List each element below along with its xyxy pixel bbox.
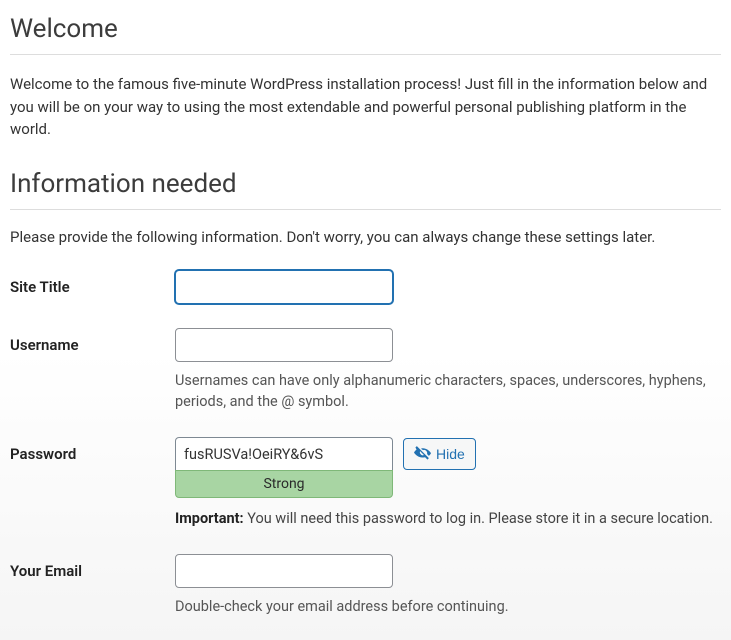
username-field-wrap: Usernames can have only alphanumeric cha… xyxy=(175,328,715,414)
email-hint: Double-check your email address before c… xyxy=(175,596,715,618)
email-field-wrap: Double-check your email address before c… xyxy=(175,554,715,618)
email-input[interactable] xyxy=(175,554,393,588)
hide-button-label: Hide xyxy=(436,446,465,462)
hide-password-button[interactable]: Hide xyxy=(403,438,476,470)
site-title-row: Site Title xyxy=(10,270,721,304)
password-label: Password xyxy=(10,437,175,463)
eye-slash-icon xyxy=(414,444,431,464)
site-title-field-wrap xyxy=(175,270,715,304)
username-row: Username Usernames can have only alphanu… xyxy=(10,328,721,414)
email-label: Your Email xyxy=(10,554,175,580)
info-prompt: Please provide the following information… xyxy=(10,228,721,246)
important-text: You will need this password to log in. P… xyxy=(244,510,713,527)
password-important-note: Important: You will need this password t… xyxy=(175,508,715,530)
password-row: Password Strong Hide Important: You will… xyxy=(10,437,721,530)
info-needed-heading: Information needed xyxy=(10,169,721,199)
password-group: Strong xyxy=(175,437,393,498)
password-field-wrap: Strong Hide Important: You will need thi… xyxy=(175,437,715,530)
welcome-intro: Welcome to the famous five-minute WordPr… xyxy=(10,73,721,141)
username-hint: Usernames can have only alphanumeric cha… xyxy=(175,370,715,414)
username-label: Username xyxy=(10,328,175,354)
password-input[interactable] xyxy=(175,437,393,471)
email-row: Your Email Double-check your email addre… xyxy=(10,554,721,618)
divider xyxy=(10,209,721,210)
divider xyxy=(10,54,721,55)
username-input[interactable] xyxy=(175,328,393,362)
password-strength-meter: Strong xyxy=(175,470,393,498)
important-prefix: Important: xyxy=(175,510,244,527)
welcome-heading: Welcome xyxy=(10,14,721,44)
site-title-input[interactable] xyxy=(175,270,393,304)
site-title-label: Site Title xyxy=(10,270,175,296)
